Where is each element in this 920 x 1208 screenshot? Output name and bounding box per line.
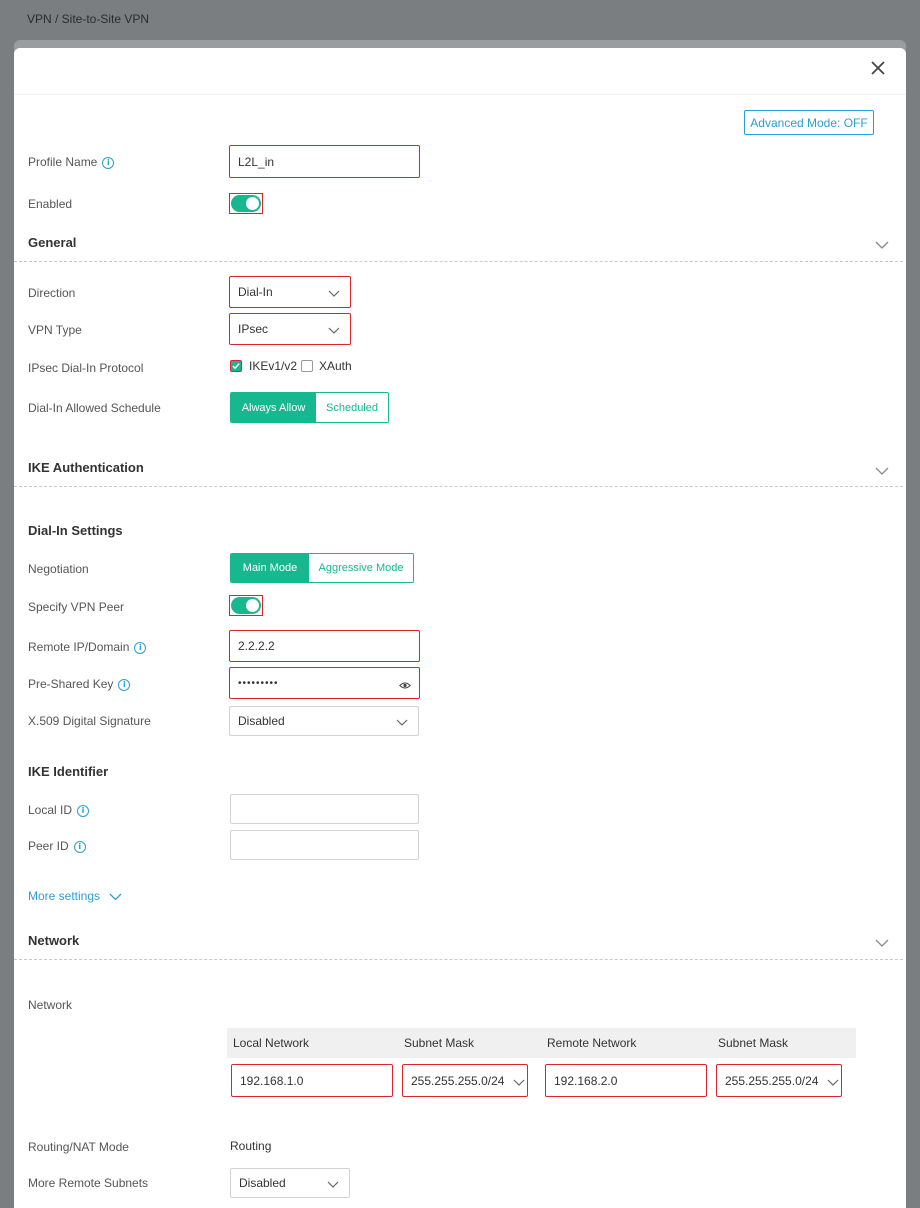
local-id-label: Local ID i — [28, 802, 90, 818]
info-icon[interactable]: i — [73, 840, 86, 853]
psk-label-text: Pre-Shared Key — [28, 677, 114, 691]
x509-value: Disabled — [238, 714, 285, 728]
more-settings-text: More settings — [28, 889, 101, 903]
chevron-down-icon — [827, 1076, 839, 1086]
schedule-segmented-control: Always Allow Scheduled — [230, 392, 389, 423]
direction-select[interactable]: Dial-In — [229, 276, 351, 308]
info-icon[interactable]: i — [77, 804, 90, 817]
routing-mode-value: Routing — [230, 1139, 272, 1153]
ikev1v2-label: IKEv1/v2 — [249, 359, 298, 373]
chevron-down-icon — [109, 890, 122, 904]
column-header-local-subnet-mask: Subnet Mask — [404, 1036, 475, 1050]
protocol-label: IPsec Dial-In Protocol — [28, 361, 144, 375]
specify-peer-toggle-track — [231, 597, 261, 614]
routing-mode-label: Routing/NAT Mode — [28, 1140, 129, 1154]
profile-name-value: L2L_in — [238, 154, 275, 169]
network-section-title: Network — [28, 933, 80, 948]
network-divider — [14, 959, 903, 960]
column-header-remote-network: Remote Network — [547, 1036, 637, 1050]
remote-network-value: 192.168.2.0 — [554, 1073, 618, 1088]
psk-input[interactable]: ••••••••• — [229, 667, 420, 699]
xauth-label: XAuth — [319, 359, 352, 373]
local-network-value: 192.168.1.0 — [240, 1073, 304, 1088]
peer-id-label-text: Peer ID — [28, 839, 69, 853]
modal-header-divider — [14, 94, 906, 95]
remote-ip-label-text: Remote IP/Domain — [28, 640, 130, 654]
enabled-toggle-knob — [246, 197, 259, 210]
chevron-down-icon — [328, 324, 340, 334]
psk-label: Pre-Shared Key i — [28, 676, 131, 692]
chevron-down-icon — [513, 1076, 525, 1086]
general-divider — [14, 261, 903, 262]
local-subnet-mask-select[interactable]: 255.255.255.0/24 — [402, 1064, 528, 1097]
enabled-toggle[interactable] — [229, 193, 263, 214]
ike-section-title: IKE Authentication — [28, 460, 144, 475]
advanced-mode-button[interactable]: Advanced Mode: OFF — [744, 110, 874, 135]
vpn-type-value: IPsec — [238, 322, 269, 336]
info-icon[interactable]: i — [102, 156, 115, 169]
peer-id-input[interactable] — [230, 830, 419, 860]
local-subnet-mask-value: 255.255.255.0/24 — [411, 1073, 505, 1088]
always-allow-option[interactable]: Always Allow — [231, 393, 316, 422]
chevron-down-icon — [396, 716, 408, 726]
ikev1v2-checkbox[interactable] — [230, 360, 242, 372]
close-icon[interactable] — [868, 58, 888, 78]
chevron-down-icon[interactable] — [875, 937, 889, 947]
profile-name-label-text: Profile Name — [28, 155, 98, 169]
enabled-label: Enabled — [28, 197, 73, 211]
vpn-type-select[interactable]: IPsec — [229, 313, 351, 345]
x509-select[interactable]: Disabled — [229, 706, 419, 736]
info-icon[interactable]: i — [118, 678, 131, 691]
remote-ip-label: Remote IP/Domain i — [28, 639, 147, 655]
more-subnets-select[interactable]: Disabled — [230, 1168, 350, 1198]
vpn-type-label: VPN Type — [28, 323, 82, 337]
specify-peer-toggle-knob — [246, 599, 259, 612]
psk-value: ••••••••• — [238, 677, 279, 689]
scheduled-option[interactable]: Scheduled — [316, 393, 388, 422]
column-header-remote-subnet-mask: Subnet Mask — [718, 1036, 789, 1050]
general-section-title: General — [28, 235, 77, 250]
negotiation-segmented-control: Main Mode Aggressive Mode — [230, 553, 414, 583]
xauth-checkbox[interactable] — [301, 360, 313, 372]
remote-subnet-mask-value: 255.255.255.0/24 — [725, 1073, 819, 1088]
x509-label: X.509 Digital Signature — [28, 714, 151, 728]
ike-divider — [14, 486, 903, 487]
peer-id-label: Peer ID i — [28, 838, 86, 854]
chevron-down-icon[interactable] — [875, 239, 889, 249]
remote-ip-value: 2.2.2.2 — [238, 639, 275, 653]
ike-identifier-title: IKE Identifier — [28, 764, 109, 779]
local-id-input[interactable] — [230, 794, 419, 824]
network-label: Network — [28, 998, 73, 1012]
direction-value: Dial-In — [238, 285, 273, 299]
more-subnets-value: Disabled — [239, 1176, 286, 1190]
chevron-down-icon[interactable] — [875, 465, 889, 475]
breadcrumb: VPN / Site-to-Site VPN — [27, 12, 150, 26]
chevron-down-icon — [328, 287, 340, 297]
negotiation-label: Negotiation — [28, 562, 89, 576]
direction-label: Direction — [28, 286, 76, 300]
specify-peer-label: Specify VPN Peer — [28, 600, 125, 614]
remote-network-input[interactable]: 192.168.2.0 — [545, 1064, 707, 1097]
main-mode-option[interactable]: Main Mode — [231, 554, 309, 582]
remote-ip-input[interactable]: 2.2.2.2 — [229, 630, 420, 662]
eye-icon[interactable] — [399, 679, 411, 693]
schedule-label: Dial-In Allowed Schedule — [28, 401, 161, 415]
local-id-label-text: Local ID — [28, 803, 73, 817]
chevron-down-icon — [327, 1178, 339, 1188]
remote-subnet-mask-select[interactable]: 255.255.255.0/24 — [716, 1064, 842, 1097]
info-icon[interactable]: i — [134, 641, 147, 654]
profile-name-label: Profile Name i — [28, 154, 115, 170]
more-settings-link[interactable]: More settings — [28, 889, 122, 904]
local-network-input[interactable]: 192.168.1.0 — [231, 1064, 393, 1097]
column-header-local-network: Local Network — [233, 1036, 310, 1050]
enabled-toggle-track — [231, 195, 261, 212]
more-subnets-label: More Remote Subnets — [28, 1176, 149, 1190]
aggressive-mode-option[interactable]: Aggressive Mode — [309, 554, 413, 582]
specify-peer-toggle[interactable] — [229, 595, 263, 616]
profile-name-input[interactable]: L2L_in — [229, 145, 420, 178]
dialin-settings-title: Dial-In Settings — [28, 523, 123, 538]
